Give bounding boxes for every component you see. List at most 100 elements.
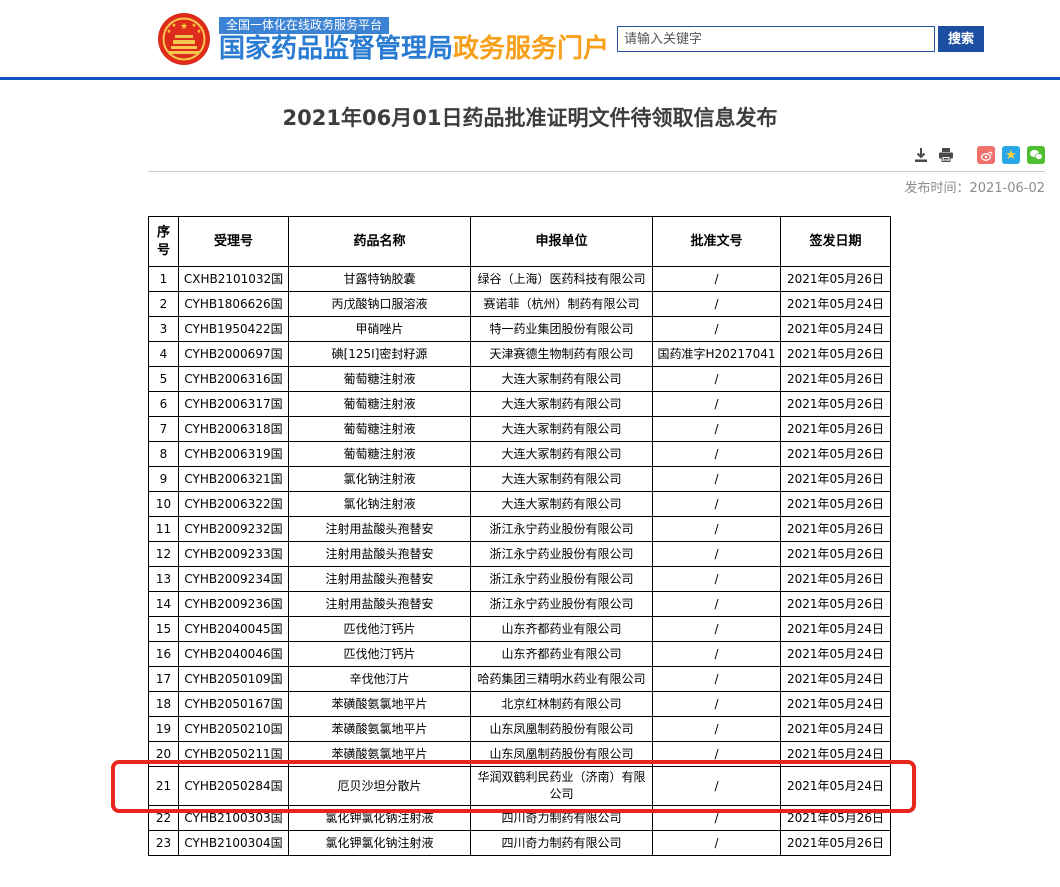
column-header-4: 批准文号 bbox=[653, 217, 781, 267]
wechat-share-icon[interactable] bbox=[1027, 146, 1045, 164]
table-cell: CYHB1806626国 bbox=[179, 292, 289, 317]
site-header: ★ ★ ★ ★ ★ 全国一体化在线政务服务平台 国家药品监督管理局政务服务门户 … bbox=[0, 0, 1060, 80]
table-cell: CYHB2050167国 bbox=[179, 692, 289, 717]
table-row: 1CXHB2101032国甘露特钠胶囊绿谷（上海）医药科技有限公司/2021年0… bbox=[149, 267, 891, 292]
table-cell: / bbox=[653, 617, 781, 642]
table-cell: 赛诺菲（杭州）制药有限公司 bbox=[471, 292, 653, 317]
download-icon[interactable] bbox=[912, 146, 930, 164]
table-cell: CXHB2101032国 bbox=[179, 267, 289, 292]
table-cell: 大连大冢制药有限公司 bbox=[471, 442, 653, 467]
table-row: 8CYHB2006319国葡萄糖注射液大连大冢制药有限公司/2021年05月26… bbox=[149, 442, 891, 467]
table-cell: 22 bbox=[149, 806, 179, 831]
table-cell: CYHB2050211国 bbox=[179, 742, 289, 767]
table-cell: 大连大冢制药有限公司 bbox=[471, 492, 653, 517]
table-cell: 2021年05月26日 bbox=[781, 492, 891, 517]
table-cell: 山东齐都药业有限公司 bbox=[471, 617, 653, 642]
table-cell: 氯化钾氯化钠注射液 bbox=[289, 831, 471, 856]
platform-badge: 全国一体化在线政务服务平台 bbox=[219, 17, 389, 34]
table-cell: 20 bbox=[149, 742, 179, 767]
column-header-3: 申报单位 bbox=[471, 217, 653, 267]
table-cell: 苯磺酸氨氯地平片 bbox=[289, 692, 471, 717]
table-cell: 甘露特钠胶囊 bbox=[289, 267, 471, 292]
table-cell: / bbox=[653, 517, 781, 542]
table-cell: / bbox=[653, 417, 781, 442]
table-cell: / bbox=[653, 492, 781, 517]
table-cell: 注射用盐酸头孢替安 bbox=[289, 542, 471, 567]
table-cell: 山东凤凰制药股份有限公司 bbox=[471, 742, 653, 767]
search-button[interactable]: 搜索 bbox=[938, 26, 984, 52]
table-row: 22CYHB2100303国氯化钾氯化钠注射液四川奇力制药有限公司/2021年0… bbox=[149, 806, 891, 831]
table-cell: CYHB2050109国 bbox=[179, 667, 289, 692]
table-row: 15CYHB2040045国匹伐他汀钙片山东齐都药业有限公司/2021年05月2… bbox=[149, 617, 891, 642]
svg-text:★: ★ bbox=[172, 23, 177, 29]
table-cell: 2021年05月26日 bbox=[781, 367, 891, 392]
search-input[interactable] bbox=[617, 26, 935, 52]
table-cell: 2021年05月26日 bbox=[781, 517, 891, 542]
table-row: 14CYHB2009236国注射用盐酸头孢替安浙江永宁药业股份有限公司/2021… bbox=[149, 592, 891, 617]
table-cell: 2021年05月26日 bbox=[781, 442, 891, 467]
print-icon[interactable] bbox=[937, 146, 955, 164]
qzone-share-icon[interactable]: ★ bbox=[1002, 146, 1020, 164]
table-cell: 19 bbox=[149, 717, 179, 742]
weibo-share-icon[interactable] bbox=[977, 146, 995, 164]
table-cell: 9 bbox=[149, 467, 179, 492]
table-cell: CYHB2100303国 bbox=[179, 806, 289, 831]
table-cell: 5 bbox=[149, 367, 179, 392]
table-cell: 大连大冢制药有限公司 bbox=[471, 367, 653, 392]
table-cell: 浙江永宁药业股份有限公司 bbox=[471, 517, 653, 542]
table-cell: 浙江永宁药业股份有限公司 bbox=[471, 567, 653, 592]
table-row: 21CYHB2050284国厄贝沙坦分散片华润双鹤利民药业（济南）有限公司/20… bbox=[149, 767, 891, 806]
table-cell: 2021年05月26日 bbox=[781, 392, 891, 417]
table-cell: CYHB2040046国 bbox=[179, 642, 289, 667]
table-cell: CYHB2040045国 bbox=[179, 617, 289, 642]
table-row: 5CYHB2006316国葡萄糖注射液大连大冢制药有限公司/2021年05月26… bbox=[149, 367, 891, 392]
site-logo-link[interactable]: ★ ★ ★ ★ ★ 全国一体化在线政务服务平台 国家药品监督管理局政务服务门户 bbox=[158, 13, 609, 65]
table-cell: / bbox=[653, 292, 781, 317]
divider bbox=[148, 171, 1045, 172]
table-cell: CYHB2050284国 bbox=[179, 767, 289, 806]
table-row: 17CYHB2050109国辛伐他汀片哈药集团三精明水药业有限公司/2021年0… bbox=[149, 667, 891, 692]
table-cell: 注射用盐酸头孢替安 bbox=[289, 517, 471, 542]
table-cell: 2021年05月26日 bbox=[781, 542, 891, 567]
table-cell: CYHB2006322国 bbox=[179, 492, 289, 517]
table-row: 9CYHB2006321国氯化钠注射液大连大冢制药有限公司/2021年05月26… bbox=[149, 467, 891, 492]
table-cell: 2021年05月26日 bbox=[781, 267, 891, 292]
table-row: 19CYHB2050210国苯磺酸氨氯地平片山东凤凰制药股份有限公司/2021年… bbox=[149, 717, 891, 742]
table-cell: / bbox=[653, 831, 781, 856]
table-cell: 注射用盐酸头孢替安 bbox=[289, 592, 471, 617]
table-cell: 浙江永宁药业股份有限公司 bbox=[471, 592, 653, 617]
table-cell: 2021年05月26日 bbox=[781, 806, 891, 831]
table-cell: 大连大冢制药有限公司 bbox=[471, 467, 653, 492]
table-cell: 2021年05月24日 bbox=[781, 667, 891, 692]
table-cell: / bbox=[653, 367, 781, 392]
table-row: 7CYHB2006318国葡萄糖注射液大连大冢制药有限公司/2021年05月26… bbox=[149, 417, 891, 442]
table-cell: / bbox=[653, 642, 781, 667]
table-cell: 国药准字H20217041 bbox=[653, 342, 781, 367]
table-cell: CYHB2006318国 bbox=[179, 417, 289, 442]
table-row: 4CYHB2000697国碘[125I]密封籽源天津赛德生物制药有限公司国药准字… bbox=[149, 342, 891, 367]
table-cell: 2021年05月24日 bbox=[781, 717, 891, 742]
table-body: 1CXHB2101032国甘露特钠胶囊绿谷（上海）医药科技有限公司/2021年0… bbox=[149, 267, 891, 856]
table-cell: 18 bbox=[149, 692, 179, 717]
table-cell: 2021年05月26日 bbox=[781, 567, 891, 592]
table-cell: CYHB2006321国 bbox=[179, 467, 289, 492]
drug-approval-table: 序号受理号药品名称申报单位批准文号签发日期 1CXHB2101032国甘露特钠胶… bbox=[148, 216, 891, 856]
table-cell: 8 bbox=[149, 442, 179, 467]
table-cell: CYHB2050210国 bbox=[179, 717, 289, 742]
table-cell: 16 bbox=[149, 642, 179, 667]
table-cell: 匹伐他汀钙片 bbox=[289, 617, 471, 642]
table-row: 18CYHB2050167国苯磺酸氨氯地平片北京红林制药有限公司/2021年05… bbox=[149, 692, 891, 717]
table-cell: 四川奇力制药有限公司 bbox=[471, 806, 653, 831]
table-cell: 葡萄糖注射液 bbox=[289, 367, 471, 392]
svg-text:★: ★ bbox=[167, 29, 172, 35]
table-row: 6CYHB2006317国葡萄糖注射液大连大冢制药有限公司/2021年05月26… bbox=[149, 392, 891, 417]
table-cell: 厄贝沙坦分散片 bbox=[289, 767, 471, 806]
table-cell: / bbox=[653, 442, 781, 467]
table-row: 12CYHB2009233国注射用盐酸头孢替安浙江永宁药业股份有限公司/2021… bbox=[149, 542, 891, 567]
table-cell: 15 bbox=[149, 617, 179, 642]
table-cell: 山东齐都药业有限公司 bbox=[471, 642, 653, 667]
table-cell: 2021年05月24日 bbox=[781, 617, 891, 642]
table-cell: 2021年05月26日 bbox=[781, 592, 891, 617]
table-cell: 碘[125I]密封籽源 bbox=[289, 342, 471, 367]
table-cell: CYHB2006319国 bbox=[179, 442, 289, 467]
